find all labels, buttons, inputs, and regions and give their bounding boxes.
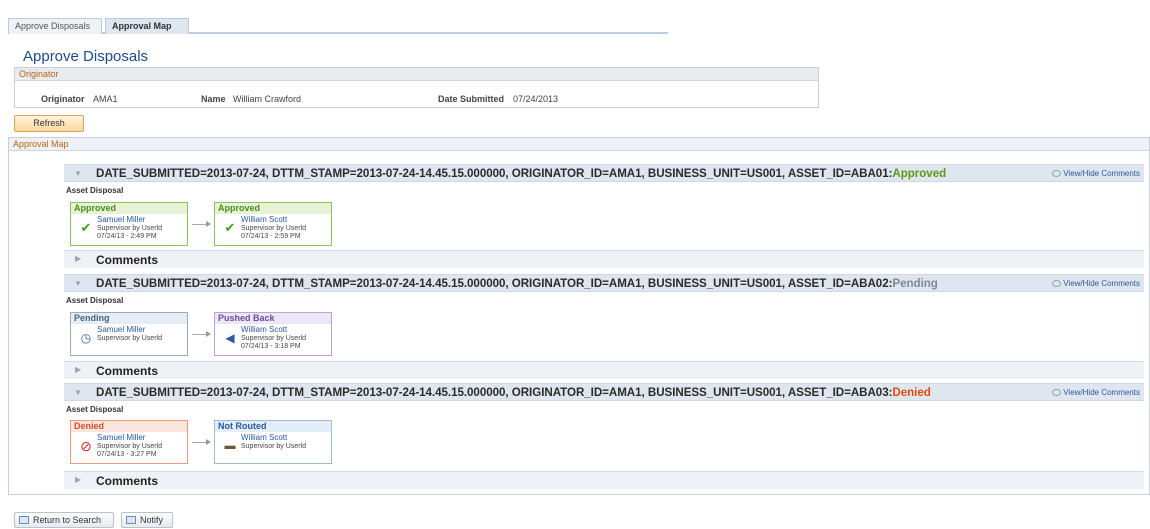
approver-role: Supervisor by Userld xyxy=(241,335,306,342)
step-status: Approved xyxy=(215,203,331,214)
comment-bubble-icon xyxy=(1052,389,1062,396)
comments-label: Comments xyxy=(96,364,159,378)
flow-arrow-icon xyxy=(192,221,211,227)
notify-button[interactable]: Notify xyxy=(121,512,173,528)
step-approver-2: Approved ✔ William Scott Supervisor by U… xyxy=(214,202,332,246)
row-status: Denied xyxy=(892,386,931,399)
comments-label: Comments xyxy=(96,253,159,267)
process-label: Asset Disposal xyxy=(66,186,124,195)
step-status: Not Routed xyxy=(215,421,331,432)
view-hide-comments-link[interactable]: View/Hide Comments xyxy=(1052,279,1140,288)
expand-arrow-icon[interactable]: ▶ xyxy=(75,475,81,484)
comments-section-1[interactable]: ▶ Comments xyxy=(64,250,1144,268)
comments-section-2[interactable]: ▶ Comments xyxy=(64,361,1144,379)
tab-approval-map[interactable]: Approval Map xyxy=(105,18,189,34)
clock-icon: ◷ xyxy=(80,331,92,345)
notify-icon xyxy=(126,516,136,524)
comments-section-3[interactable]: ▶ Comments xyxy=(64,471,1144,489)
step-approver-1: Pending ◷ Samuel Miller Supervisor by Us… xyxy=(70,312,188,356)
approver-name-link[interactable]: Samuel Miller xyxy=(97,433,145,442)
comment-bubble-icon xyxy=(1052,280,1062,287)
tab-approve-disposals[interactable]: Approve Disposals xyxy=(8,18,102,34)
approver-name-link[interactable]: William Scott xyxy=(241,433,287,442)
step-approver-2: Not Routed ▬ William Scott Supervisor by… xyxy=(214,420,332,464)
row-status: Pending xyxy=(892,277,938,290)
process-label: Asset Disposal xyxy=(66,296,124,305)
approver-date: 07/24/13 - 2:59 PM xyxy=(241,233,301,240)
tab-bar: Approve Disposals Approval Map xyxy=(8,18,668,34)
checkmark-icon: ✔ xyxy=(224,220,236,235)
denied-icon: ⊘ xyxy=(80,438,92,454)
step-approver-1: Denied ⊘ Samuel Miller Supervisor by Use… xyxy=(70,420,188,464)
approval-row-aba03: ▼ DATE_SUBMITTED=2013-07-24, DTTM_STAMP=… xyxy=(64,383,1144,401)
originator-group: Originator Originator AMA1 Name William … xyxy=(14,67,819,108)
originator-label: Originator xyxy=(41,94,85,104)
row-key-text: DATE_SUBMITTED=2013-07-24, DTTM_STAMP=20… xyxy=(96,167,893,180)
row-key-text: DATE_SUBMITTED=2013-07-24, DTTM_STAMP=20… xyxy=(96,386,893,399)
expand-arrow-icon[interactable]: ▶ xyxy=(75,365,81,374)
originator-value: AMA1 xyxy=(93,94,118,104)
approver-name-link[interactable]: Samuel Miller xyxy=(97,325,145,334)
view-hide-comments-link[interactable]: View/Hide Comments xyxy=(1052,169,1140,178)
refresh-button[interactable]: Refresh xyxy=(14,115,84,132)
not-routed-icon: ▬ xyxy=(224,440,236,452)
step-status: Denied xyxy=(71,421,187,432)
approver-role: Supervisor by Userld xyxy=(97,335,162,342)
date-submitted-label: Date Submitted xyxy=(438,94,505,104)
comments-label: Comments xyxy=(96,474,159,488)
row-status: Approved xyxy=(892,167,947,180)
approval-map-header: Approval Map xyxy=(9,138,1149,151)
approver-date: 07/24/13 - 3:27 PM xyxy=(97,451,157,458)
approval-row-aba01: ▼ DATE_SUBMITTED=2013-07-24, DTTM_STAMP=… xyxy=(64,164,1144,182)
approver-date: 07/24/13 - 2:49 PM xyxy=(97,233,157,240)
view-hide-comments-link[interactable]: View/Hide Comments xyxy=(1052,388,1140,397)
approver-name-link[interactable]: William Scott xyxy=(241,215,287,224)
approver-role: Supervisor by Userld xyxy=(97,443,162,450)
step-approver-2: Pushed Back ◀ William Scott Supervisor b… xyxy=(214,312,332,356)
step-status: Pending xyxy=(71,313,187,324)
back-arrow-icon: ◀ xyxy=(225,331,235,345)
name-value: William Crawford xyxy=(233,94,302,104)
originator-header: Originator xyxy=(15,68,818,81)
collapse-arrow-icon[interactable]: ▼ xyxy=(74,279,82,288)
comment-bubble-icon xyxy=(1052,170,1062,177)
return-to-search-button[interactable]: Return to Search xyxy=(14,512,114,528)
collapse-arrow-icon[interactable]: ▼ xyxy=(74,388,82,397)
approver-role: Supervisor by Userld xyxy=(97,225,162,232)
flow-arrow-icon xyxy=(192,439,211,445)
approver-role: Supervisor by Userld xyxy=(241,225,306,232)
expand-arrow-icon[interactable]: ▶ xyxy=(75,254,81,263)
approver-name-link[interactable]: William Scott xyxy=(241,325,287,334)
return-icon xyxy=(19,516,29,524)
approver-role: Supervisor by Userld xyxy=(241,443,306,450)
process-label: Asset Disposal xyxy=(66,405,124,414)
collapse-arrow-icon[interactable]: ▼ xyxy=(74,169,82,178)
approval-row-aba02: ▼ DATE_SUBMITTED=2013-07-24, DTTM_STAMP=… xyxy=(64,274,1144,292)
step-approver-1: Approved ✔ Samuel Miller Supervisor by U… xyxy=(70,202,188,246)
page-title: Approve Disposals xyxy=(23,48,149,65)
approver-name-link[interactable]: Samuel Miller xyxy=(97,215,145,224)
row-key-text: DATE_SUBMITTED=2013-07-24, DTTM_STAMP=20… xyxy=(96,277,893,290)
flow-arrow-icon xyxy=(192,331,211,337)
date-submitted-value: 07/24/2013 xyxy=(513,94,559,104)
checkmark-icon: ✔ xyxy=(80,220,92,235)
approver-date: 07/24/13 - 3:18 PM xyxy=(241,343,301,350)
step-status: Approved xyxy=(71,203,187,214)
step-status: Pushed Back xyxy=(215,313,331,324)
name-label: Name xyxy=(201,94,226,104)
